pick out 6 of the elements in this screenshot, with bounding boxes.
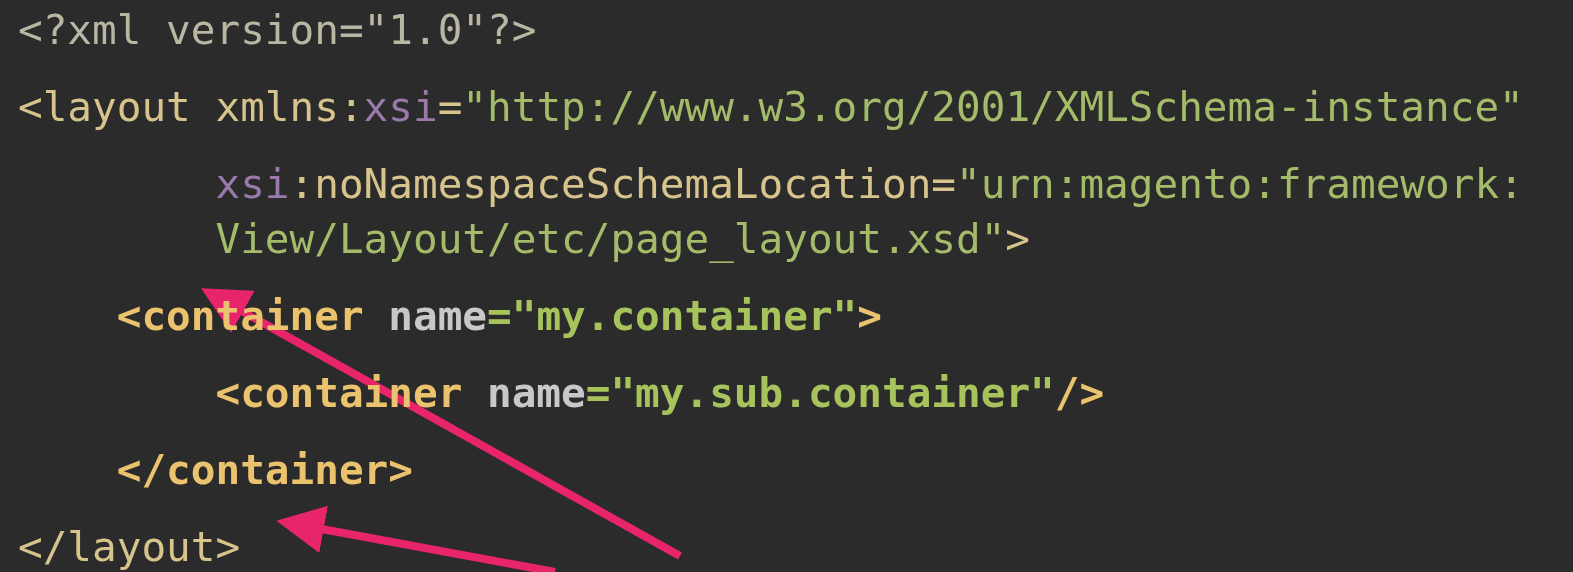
code-line: </container> bbox=[115, 445, 413, 496]
code-line: <?xml version="1.0"?> bbox=[18, 5, 537, 56]
code-line: xsi:noNamespaceSchemaLocation="urn:magento:framework: bbox=[214, 159, 1524, 210]
code-line: </layout> bbox=[18, 522, 241, 572]
code-line: <layout xmlns:xsi="http://www.w3.org/2001/XMLSchema-instance" bbox=[18, 82, 1524, 133]
code-line: View/Layout/etc/page_layout.xsd"> bbox=[214, 214, 1031, 265]
